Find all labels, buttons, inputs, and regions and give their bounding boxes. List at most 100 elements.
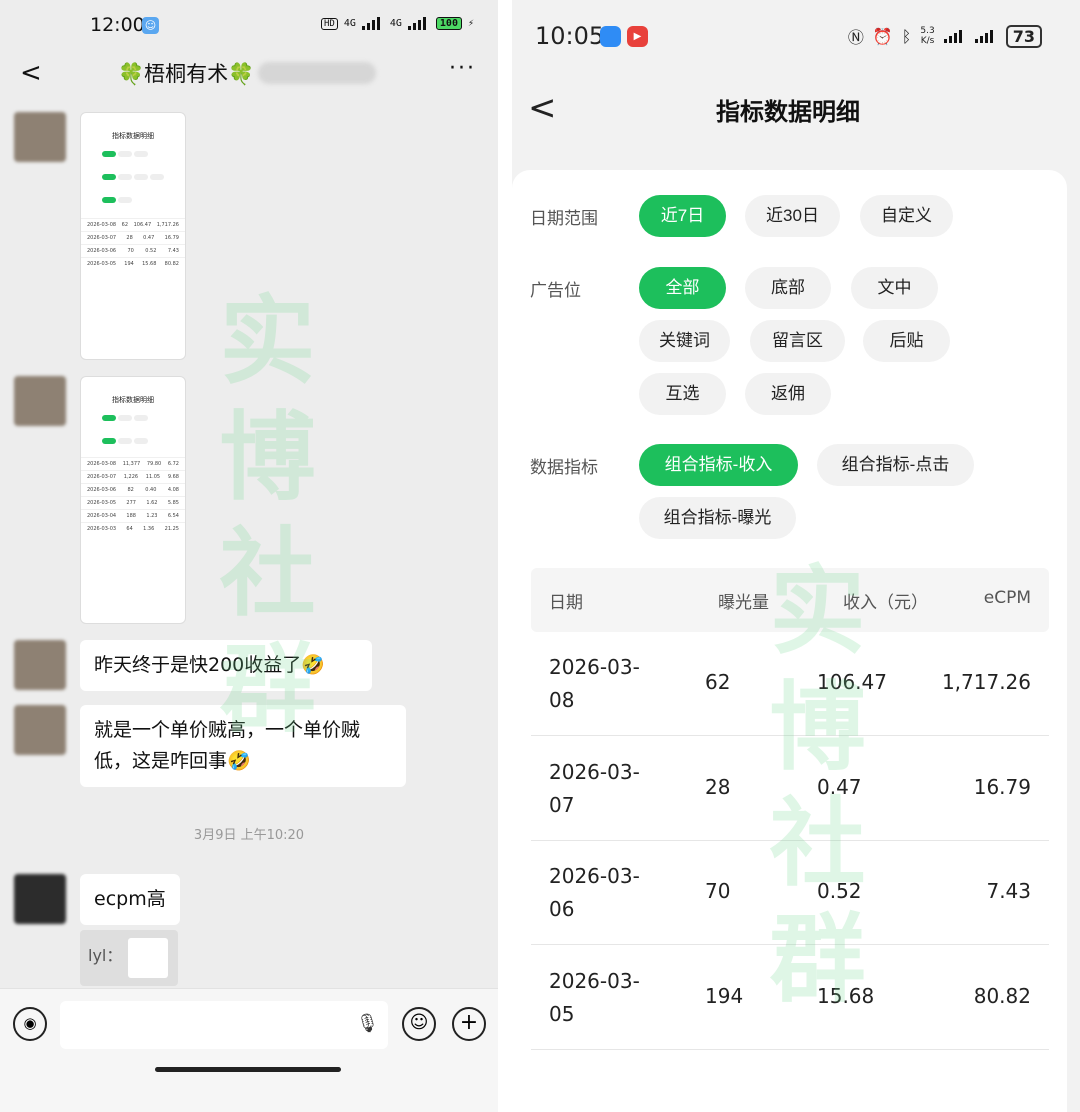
home-indicator [155, 1067, 341, 1072]
text-message[interactable]: 昨天终于是快200收益了🤣 [80, 640, 372, 691]
thumb-cell: 2026-03-04 [87, 513, 117, 519]
thumb-cell: 0.40 [145, 487, 157, 493]
thumb-cell: 1.23 [146, 513, 158, 519]
quoted-message[interactable]: lyl： [80, 930, 178, 986]
header-ecpm: eCPM [983, 588, 1031, 608]
ad-slot-chip-all[interactable]: 全部 [639, 267, 726, 309]
avatar[interactable] [14, 112, 66, 162]
thumb-cell: 2026-03-05 [87, 261, 117, 267]
date-chip-7d[interactable]: 近7日 [639, 195, 726, 237]
thumb-cell: 1,226 [123, 474, 139, 480]
microphone-icon[interactable]: 🎙 [356, 1013, 379, 1034]
ad-slot-chip-comments[interactable]: 留言区 [750, 320, 845, 362]
thumb-cell: 188 [126, 513, 136, 519]
more-options-button[interactable]: ··· [449, 56, 476, 81]
header-date: 日期 [549, 593, 583, 613]
thumb-cell: 80.82 [164, 261, 179, 267]
text-message[interactable]: ecpm高 [80, 874, 180, 925]
thumb-cell: 6.54 [167, 513, 179, 519]
thumb-chips [81, 405, 185, 428]
status-time: 12:00 [90, 14, 145, 36]
app-notification-icon: ☺ [142, 17, 159, 34]
thumb-cell: 1.36 [143, 526, 155, 532]
metric-chip-clicks[interactable]: 组合指标-点击 [817, 444, 974, 486]
thumb-table: 2026-03-08 62 106.47 1,717.26 2026-03-07 28 0.… [81, 218, 185, 270]
thumb-cell: 194 [124, 261, 134, 267]
thumb-cell: 2026-03-07 [87, 235, 117, 241]
page-title: 指标数据明细 [716, 98, 860, 126]
signal-icon [361, 17, 384, 30]
chat-screen: 12:00 ☺ HD 4G 4G 100 ⚡ < 🍀梧桐有术🍀 ··· 指标数据… [0, 0, 498, 1112]
thumb-cell: 2026-03-06 [87, 248, 117, 254]
screenshot-root: 12:00 ☺ HD 4G 4G 100 ⚡ < 🍀梧桐有术🍀 ··· 指标数据… [0, 0, 1080, 1112]
ad-slot-chip-keyword[interactable]: 关键词 [639, 320, 730, 362]
video-app-icon: ▶ [627, 26, 648, 47]
thumb-cell: 2026-03-03 [87, 526, 117, 532]
voice-input-icon[interactable]: ◉ [13, 1007, 47, 1041]
panel-divider [498, 0, 512, 1112]
cell-revenue: 0.52 [817, 879, 862, 903]
add-attachment-icon[interactable]: + [452, 1007, 486, 1041]
status-time: 10:05 [535, 22, 605, 50]
network-type-1: 4G [343, 18, 356, 29]
ad-slot-chip-rebate[interactable]: 返佣 [745, 373, 831, 415]
ad-slot-chip-mutual[interactable]: 互选 [639, 373, 726, 415]
thumb-cell: 7.43 [167, 248, 179, 254]
cell-ecpm: 1,717.26 [941, 670, 1031, 694]
back-button[interactable]: < [20, 58, 42, 88]
signal-icon-2 [974, 29, 997, 43]
quote-sender: lyl： [88, 946, 123, 965]
battery-indicator: 73 [1005, 24, 1042, 48]
metric-chip-exposure[interactable]: 组合指标-曝光 [639, 497, 796, 539]
chat-header: < 🍀梧桐有术🍀 ··· [0, 52, 498, 92]
metric-label: 数据指标 [530, 458, 598, 478]
thumb-cell: 1.62 [146, 500, 158, 506]
message-input[interactable] [60, 1001, 388, 1049]
date-chip-30d[interactable]: 近30日 [745, 195, 840, 237]
ad-slot-chip-middle[interactable]: 文中 [851, 267, 938, 309]
ad-slot-chip-post[interactable]: 后贴 [863, 320, 950, 362]
date-chip-custom[interactable]: 自定义 [860, 195, 953, 237]
cell-ecpm: 16.79 [973, 775, 1031, 799]
thumb-cell: 62 [121, 222, 129, 228]
image-message[interactable]: 指标数据明细 2026-03-08 62 106.47 1,717.26 2026-03… [80, 112, 186, 360]
hd-icon: HD [320, 17, 338, 30]
metric-chip-revenue[interactable]: 组合指标-收入 [639, 444, 798, 486]
thumb-cell: 82 [127, 487, 134, 493]
table-header: 日期 曝光量 收入（元） eCPM [531, 568, 1049, 632]
thumb-table-row: 2026-03-06 70 0.52 7.43 [81, 244, 185, 257]
cell-impressions: 28 [705, 775, 731, 799]
thumb-chips [81, 428, 185, 451]
cell-impressions: 70 [705, 879, 731, 903]
table-row: 2026-03-08 62 106.47 1,717.26 [531, 632, 1049, 736]
image-message[interactable]: 指标数据明细 2026-03-08 11,377 79.80 6.72 2026-03-… [80, 376, 186, 624]
thumb-table-row: 2026-03-08 62 106.47 1,717.26 [81, 218, 185, 231]
cell-date: 2026-03-07 [549, 760, 640, 817]
avatar[interactable] [14, 874, 66, 924]
cell-revenue: 106.47 [817, 670, 887, 694]
cell-date: 2026-03-06 [549, 864, 640, 921]
thumb-cell: 0.52 [145, 248, 157, 254]
thumb-table: 2026-03-08 11,377 79.80 6.72 2026-03-07 1,226… [81, 457, 185, 535]
thumb-table-row: 2026-03-05 194 15.68 80.82 [81, 257, 185, 270]
thumb-table-row: 2026-03-05 277 1.62 5.85 [81, 496, 185, 509]
thumb-cell: 15.68 [142, 261, 157, 267]
thumb-table-row: 2026-03-06 82 0.40 4.08 [81, 483, 185, 496]
ad-slot-chip-bottom[interactable]: 底部 [745, 267, 831, 309]
thumb-table-row: 2026-03-03 64 1.36 21.25 [81, 522, 185, 535]
message-app-icon [600, 26, 621, 47]
thumb-table-row: 2026-03-07 1,226 11.05 9.68 [81, 470, 185, 483]
avatar[interactable] [14, 376, 66, 426]
avatar[interactable] [14, 705, 66, 755]
blurred-name [258, 62, 376, 84]
thumb-table-row: 2026-03-08 11,377 79.80 6.72 [81, 457, 185, 470]
thumb-table-row: 2026-03-07 28 0.47 16.79 [81, 231, 185, 244]
thumb-title: 指标数据明细 [112, 396, 154, 404]
table-row: 2026-03-07 28 0.47 16.79 [531, 737, 1049, 841]
emoji-icon[interactable]: ☺ [402, 1007, 436, 1041]
avatar[interactable] [14, 640, 66, 690]
system-indicators: Ⓝ ⏰ ᛒ 5.3 K/s 73 [848, 24, 1042, 48]
nfc-icon: Ⓝ [847, 28, 864, 47]
quote-image-thumbnail [128, 938, 168, 978]
text-message[interactable]: 就是一个单价贼高，一个单价贼低，这是咋回事🤣 [80, 705, 406, 787]
